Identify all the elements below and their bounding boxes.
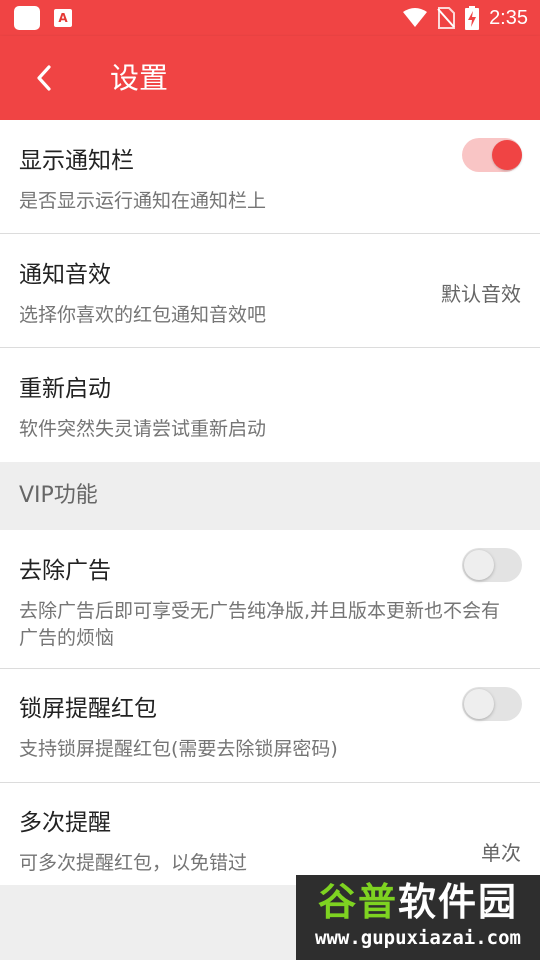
watermark-url: www.gupuxiazai.com xyxy=(315,927,521,949)
no-sim-icon xyxy=(437,7,456,29)
app-notification-icon: A xyxy=(54,9,72,27)
watermark-title-part1: 谷普 xyxy=(317,880,398,924)
setting-notification-sound[interactable]: 通知音效 选择你喜欢的红包通知音效吧 默认音效 xyxy=(0,234,540,348)
settings-list: 显示通知栏 是否显示运行通知在通知栏上 通知音效 选择你喜欢的红包通知音效吧 默… xyxy=(0,120,540,885)
toggle-thumb xyxy=(492,140,522,170)
setting-restart[interactable]: 重新启动 软件突然失灵请尝试重新启动 xyxy=(0,348,540,462)
setting-title: 去除广告 xyxy=(19,558,111,584)
setting-title: 显示通知栏 xyxy=(19,148,134,174)
section-header-vip: VIP功能 xyxy=(0,462,540,530)
status-time: 2:35 xyxy=(489,6,528,29)
lockscreen-reminder-toggle[interactable] xyxy=(462,687,522,721)
setting-subtitle: 软件突然失灵请尝试重新启动 xyxy=(19,418,267,440)
setting-value: 默认音效 xyxy=(441,282,521,306)
remove-ads-toggle[interactable] xyxy=(462,548,522,582)
setting-subtitle: 可多次提醒红包，以免错过 xyxy=(19,852,248,874)
watermark-title: 谷普软件园 xyxy=(296,879,540,925)
show-notification-toggle[interactable] xyxy=(462,138,522,172)
setting-show-notification[interactable]: 显示通知栏 是否显示运行通知在通知栏上 xyxy=(0,120,540,234)
page-title: 设置 xyxy=(110,61,169,95)
setting-lockscreen-reminder[interactable]: 锁屏提醒红包 支持锁屏提醒红包(需要去除锁屏密码) xyxy=(0,669,540,783)
toolbar: 设置 xyxy=(0,36,540,120)
status-icons: 2:35 xyxy=(403,0,528,36)
status-bar: A 2:35 xyxy=(0,0,540,36)
setting-multiple-reminders[interactable]: 多次提醒 可多次提醒红包，以免错过 单次 xyxy=(0,783,540,885)
chevron-left-icon xyxy=(37,65,51,91)
setting-subtitle: 是否显示运行通知在通知栏上 xyxy=(19,190,267,212)
setting-remove-ads[interactable]: 去除广告 去除广告后即可享受无广告纯净版,并且版本更新也不会有广告的烦恼 xyxy=(0,530,540,669)
setting-subtitle: 去除广告后即可享受无广告纯净版,并且版本更新也不会有广告的烦恼 xyxy=(19,600,501,649)
wifi-icon xyxy=(403,8,428,27)
toggle-thumb xyxy=(464,689,494,719)
setting-title: 重新启动 xyxy=(19,376,111,402)
setting-title: 多次提醒 xyxy=(19,810,111,836)
toggle-thumb xyxy=(464,550,494,580)
back-button[interactable] xyxy=(24,58,64,98)
notification-app-icon xyxy=(14,6,40,30)
setting-title: 通知音效 xyxy=(19,262,111,288)
setting-subtitle: 支持锁屏提醒红包(需要去除锁屏密码) xyxy=(19,738,338,760)
watermark-logo: 谷普软件园 www.gupuxiazai.com xyxy=(296,875,540,960)
setting-title: 锁屏提醒红包 xyxy=(19,696,157,722)
battery-charging-icon xyxy=(465,6,480,30)
setting-value: 单次 xyxy=(481,841,521,865)
watermark-title-part2: 软件园 xyxy=(398,880,519,924)
